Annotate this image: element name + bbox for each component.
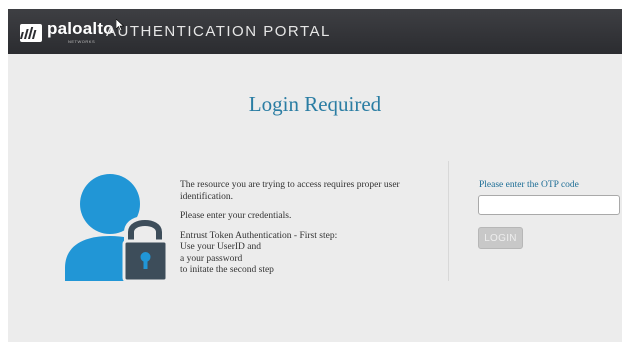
otp-label: Please enter the OTP code (479, 180, 579, 190)
token-step-line: to initate the second step (180, 265, 274, 275)
brand-name: paloalto (47, 19, 114, 38)
vertical-divider (448, 161, 449, 281)
requirement-text: The resource you are trying to access re… (180, 180, 400, 202)
token-step-line: a your password (180, 253, 243, 264)
login-heading: Login Required (248, 92, 382, 116)
mouse-cursor-icon (116, 19, 125, 31)
token-step-title: Entrust Token Authentication - First ste… (180, 230, 338, 241)
header-bar: paloalto NETWORKS AUTHENTICATION PORTAL (8, 9, 622, 54)
auth-portal-window: paloalto NETWORKS AUTHENTICATION PORTAL … (8, 9, 622, 342)
credentials-text: Please enter your credentials. (180, 211, 292, 221)
otp-input[interactable] (478, 195, 620, 215)
user-lock-icon (65, 174, 169, 281)
instructions: The resource you are trying to access re… (180, 180, 435, 285)
brand-subtext: NETWORKS (68, 39, 96, 44)
token-instructions: Entrust Token Authentication - First ste… (180, 231, 435, 277)
token-step-line: Use your UserID and (180, 242, 261, 252)
login-button[interactable]: LOGIN (478, 227, 523, 249)
paloalto-logo-icon (20, 24, 42, 42)
page-title: AUTHENTICATION PORTAL (106, 23, 331, 40)
